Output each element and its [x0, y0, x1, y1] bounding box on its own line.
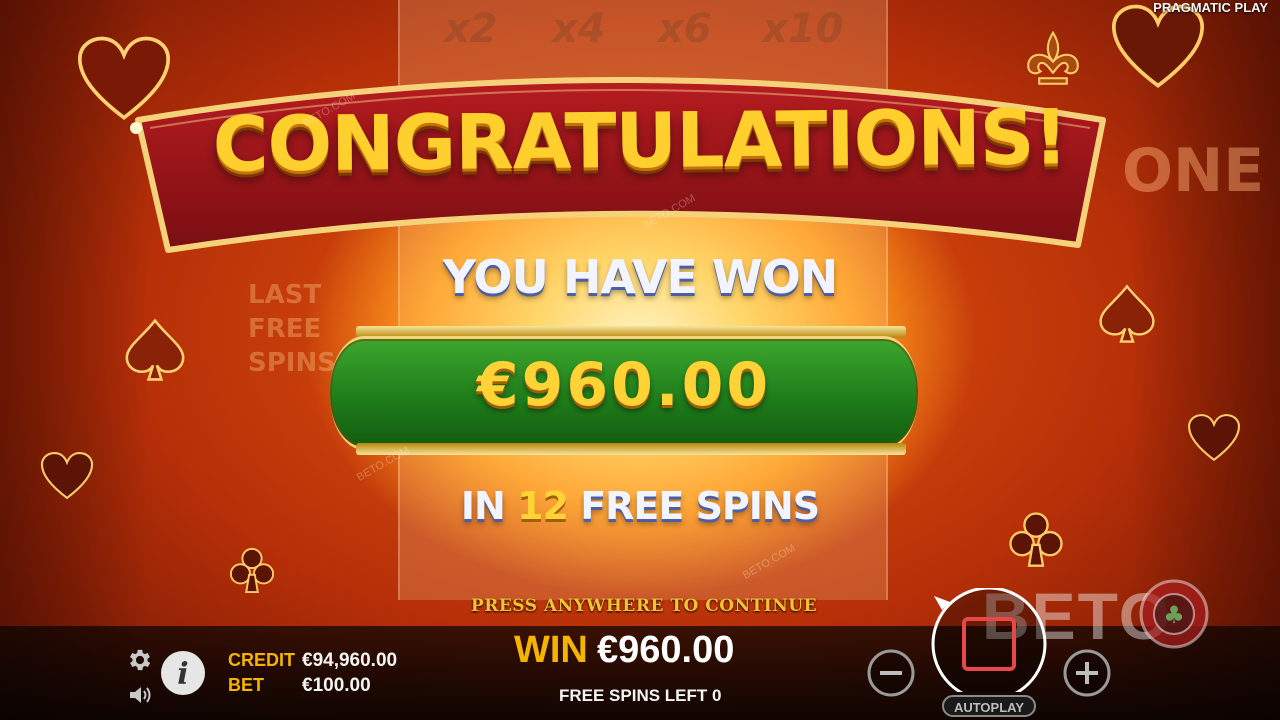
spade-icon	[125, 318, 185, 381]
gear-icon[interactable]	[126, 646, 154, 674]
autoplay-button[interactable]: AUTOPLAY	[942, 695, 1036, 717]
spins-count: 12	[517, 484, 569, 528]
minus-icon[interactable]	[866, 648, 916, 698]
congratulations-title: CONGRATULATIONS!	[212, 92, 1068, 189]
bet-label: BET	[228, 675, 264, 695]
provider-logo: PRAGMATIC PLAY	[1153, 0, 1268, 15]
stop-icon[interactable]	[928, 588, 1052, 692]
svg-text:♣: ♣	[1163, 601, 1185, 629]
free-spins-left: FREE SPINS LEFT 0	[559, 686, 722, 705]
you-have-won-text: YOU HAVE WON	[442, 250, 839, 304]
spins-suffix: FREE SPINS	[580, 484, 820, 528]
win-value: €960.00	[597, 629, 735, 671]
svg-text:i: i	[177, 657, 188, 692]
club-icon	[229, 547, 275, 594]
poker-chip-icon: ♣	[1139, 579, 1209, 649]
win-label: WIN	[514, 629, 588, 671]
credit-label: CREDIT	[228, 650, 295, 670]
credit-value: €94,960.00	[302, 650, 398, 671]
free-spins-summary: IN 12 FREE SPINS	[0, 484, 1280, 528]
speaker-icon[interactable]	[128, 684, 154, 706]
bet-value: €100.00	[302, 675, 371, 696]
spins-prefix: IN	[460, 484, 506, 528]
ghost-line: SPINS	[248, 348, 336, 378]
plus-icon[interactable]	[1062, 648, 1112, 698]
heart-icon	[1112, 4, 1204, 88]
win-amount: €960.00	[476, 350, 772, 420]
plate-bottom-rail	[356, 443, 906, 455]
heart-icon	[1188, 414, 1240, 462]
ghost-line: FREE	[248, 314, 322, 344]
info-icon[interactable]: i	[160, 650, 206, 696]
